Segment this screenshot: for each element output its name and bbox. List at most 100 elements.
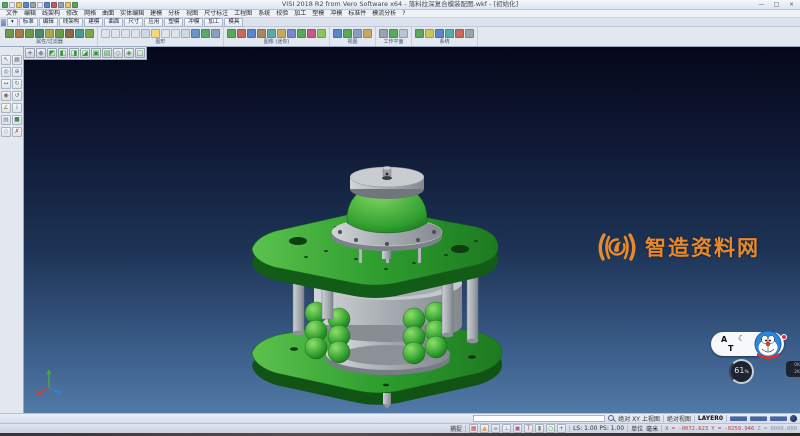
info-icon[interactable]: i	[12, 103, 22, 113]
rotate-icon[interactable]	[267, 29, 276, 38]
undo-view-icon[interactable]: ↺	[12, 91, 22, 101]
toolbar-tab[interactable]: 编辑	[39, 18, 58, 27]
front-view-icon[interactable]: ◧	[58, 48, 68, 58]
front-view-icon[interactable]	[287, 29, 296, 38]
paste-icon[interactable]	[58, 2, 64, 8]
toolbar-tab[interactable]: 模具	[224, 18, 243, 27]
grid-icon[interactable]: ▦	[12, 55, 22, 65]
isometric-view-icon[interactable]	[307, 29, 316, 38]
layers-icon[interactable]: ▤	[1, 115, 11, 125]
perpendicular-snap-icon[interactable]: ⊥	[502, 424, 511, 433]
snap-label[interactable]: 捕捉	[450, 424, 462, 433]
top-view-icon[interactable]	[297, 29, 306, 38]
scale-indicator[interactable]: LS: 1.00 PS: 1.00	[573, 425, 624, 432]
menu-item[interactable]: 视图	[183, 10, 201, 18]
full-screen-icon[interactable]	[363, 29, 372, 38]
zoom-extents-icon[interactable]: ⊕	[12, 67, 22, 77]
unit-value[interactable]: 毫米	[646, 424, 658, 433]
menu-item[interactable]: ?	[399, 10, 408, 18]
spin-icon[interactable]	[277, 29, 286, 38]
close-button[interactable]: ×	[785, 1, 798, 9]
background-icon[interactable]	[191, 29, 200, 38]
menu-item[interactable]: 冲模	[327, 10, 345, 18]
grid-snap-icon[interactable]: ▦	[469, 424, 478, 433]
entity-filter-icon[interactable]: ≡	[491, 424, 500, 433]
measure-icon[interactable]: ∠	[1, 103, 11, 113]
layer-indicator[interactable]: LAYER0	[698, 415, 723, 422]
toolbar-handle-icon[interactable]	[1, 19, 6, 26]
calculator-icon[interactable]	[455, 29, 464, 38]
filter-curves-icon[interactable]	[35, 29, 44, 38]
zoom-window-icon[interactable]: ◎	[1, 67, 11, 77]
workplane-icon[interactable]	[379, 29, 388, 38]
materials-icon[interactable]	[201, 29, 210, 38]
new-file-icon[interactable]	[2, 2, 8, 8]
undo-icon[interactable]	[65, 2, 71, 8]
menu-item[interactable]: 曲面	[99, 10, 117, 18]
perspective-icon[interactable]	[181, 29, 190, 38]
axonometry-icon[interactable]: +	[25, 48, 35, 58]
print-icon[interactable]	[30, 2, 36, 8]
command-field[interactable]	[473, 415, 605, 422]
filter-lines-icon[interactable]	[15, 29, 24, 38]
filter-solids-icon[interactable]	[55, 29, 64, 38]
transport-icon[interactable]: ▣	[513, 424, 522, 433]
settings-icon[interactable]	[72, 2, 78, 8]
menu-item[interactable]: 编辑	[21, 10, 39, 18]
left-view-icon[interactable]: ◪	[80, 48, 90, 58]
zoom-previous-icon[interactable]	[247, 29, 256, 38]
toolbar-tab[interactable]: 应用	[144, 18, 163, 27]
target-icon[interactable]: ◉	[1, 91, 11, 101]
toolbar-tab[interactable]: 尺寸	[124, 18, 143, 27]
lights-icon[interactable]	[211, 29, 220, 38]
network-speed-badge[interactable]: 0K/s 2K/s	[786, 361, 800, 377]
new-window-icon[interactable]	[333, 29, 342, 38]
named-views-icon[interactable]	[317, 29, 326, 38]
minimize-button[interactable]: —	[755, 1, 768, 9]
rotate-view-icon[interactable]: ↻	[12, 79, 22, 89]
ortho-snap-icon[interactable]: ▲	[480, 424, 489, 433]
wireframe-icon[interactable]	[101, 29, 110, 38]
assistive-overlay-widget[interactable]: A ☾ T	[708, 327, 800, 393]
doraemon-avatar[interactable]	[752, 329, 784, 365]
tile-windows-icon[interactable]	[343, 29, 352, 38]
print-preview-icon[interactable]	[37, 2, 43, 8]
timer-icon[interactable]: ○	[546, 424, 555, 433]
select-icon[interactable]: ↖	[1, 55, 11, 65]
save-all-icon[interactable]	[23, 2, 29, 8]
cut-icon[interactable]	[51, 2, 57, 8]
filter-text-icon[interactable]	[65, 29, 74, 38]
toolbar-tab[interactable]: 标准	[19, 18, 38, 27]
iso-view-icon[interactable]: ◩	[47, 48, 57, 58]
delete-icon[interactable]: ✗	[12, 127, 22, 137]
right-view-icon[interactable]: ▣	[91, 48, 101, 58]
workplane-by-face-icon[interactable]	[389, 29, 398, 38]
text-marker-icon[interactable]: T	[524, 424, 533, 433]
menu-item[interactable]: 建模	[147, 10, 165, 18]
workplane-reset-icon[interactable]	[399, 29, 408, 38]
zoom-fit-icon[interactable]	[227, 29, 236, 38]
toolbar-tab[interactable]: 线架构	[59, 18, 84, 27]
menu-item[interactable]: 塑模	[309, 10, 327, 18]
globe-icon[interactable]	[790, 415, 797, 422]
menu-item[interactable]: 文件	[3, 10, 21, 18]
save-icon[interactable]	[16, 2, 22, 8]
active-shading-icon[interactable]	[151, 29, 160, 38]
menu-item[interactable]: 标准件	[345, 10, 369, 18]
toolbar-tab[interactable]: 塑模	[164, 18, 183, 27]
back-view-icon[interactable]: ◨	[69, 48, 79, 58]
attribute-manager-icon[interactable]	[435, 29, 444, 38]
crosshair-icon[interactable]: +	[557, 424, 566, 433]
top-view-icon[interactable]: ▤	[102, 48, 112, 58]
menu-item[interactable]: 校验	[273, 10, 291, 18]
cpl-indicator[interactable]: 绝对 XY 上视图	[618, 414, 660, 423]
filter-arcs-icon[interactable]	[25, 29, 34, 38]
filter-dimensions-icon[interactable]	[75, 29, 84, 38]
shaded-edges-icon[interactable]	[131, 29, 140, 38]
pan-icon[interactable]	[257, 29, 266, 38]
toolbar-tab[interactable]: 加工	[204, 18, 223, 27]
filter-surfaces-icon[interactable]	[45, 29, 54, 38]
shaded-icon[interactable]	[121, 29, 130, 38]
plugins-icon[interactable]	[465, 29, 474, 38]
magnifier-icon[interactable]	[608, 415, 615, 422]
